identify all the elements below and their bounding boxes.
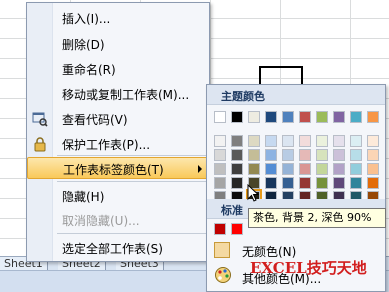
theme-shade-swatch[interactable] (367, 135, 379, 147)
standard-colors-title: 标准 (221, 204, 243, 217)
theme-shade-swatch[interactable] (248, 163, 260, 175)
theme-shade-swatch[interactable] (316, 135, 328, 147)
theme-shade-swatch[interactable] (367, 163, 379, 175)
theme-color-swatch[interactable] (214, 111, 226, 123)
menu-item-unhide: 取消隐藏(U)... (27, 209, 209, 231)
menu-separator (57, 181, 207, 182)
theme-shade-swatch[interactable] (350, 177, 362, 189)
theme-shade-swatch[interactable] (248, 135, 260, 147)
menu-item-rename[interactable]: 重命名(R) (27, 58, 209, 80)
menu-item-label: 隐藏(H) (62, 190, 105, 204)
lock-icon (32, 136, 48, 152)
theme-shade-swatch[interactable] (299, 177, 311, 189)
theme-shade-swatch[interactable] (265, 163, 277, 175)
theme-color-swatch[interactable] (316, 111, 328, 123)
menu-item-hide[interactable]: 隐藏(H) (27, 185, 209, 207)
theme-colors-title: 主题颜色 (221, 90, 265, 103)
theme-shade-swatch[interactable] (282, 149, 294, 161)
theme-shade-swatch[interactable] (333, 135, 345, 147)
theme-shade-swatch[interactable] (350, 163, 362, 175)
view-code-icon (32, 111, 48, 127)
theme-shade-swatch[interactable] (367, 177, 379, 189)
theme-shade-swatch[interactable] (333, 149, 345, 161)
theme-shade-swatch[interactable] (299, 163, 311, 175)
theme-colors-header: 主题颜色 (207, 85, 385, 105)
menu-item-move-copy[interactable]: 移动或复制工作表(M)... (27, 83, 209, 105)
theme-shade-swatch[interactable] (231, 177, 243, 189)
theme-shade-swatch[interactable] (316, 177, 328, 189)
theme-shade-swatch[interactable] (299, 149, 311, 161)
menu-item-label: 取消隐藏(U)... (62, 214, 140, 228)
menu-item-label: 查看代码(V) (62, 113, 128, 127)
menu-item-label: 删除(D) (62, 38, 105, 52)
theme-shade-swatch[interactable] (282, 177, 294, 189)
theme-color-swatch[interactable] (367, 111, 379, 123)
menu-item-label: 插入(I)... (62, 12, 111, 26)
mouse-pointer-icon (247, 183, 260, 205)
theme-shade-swatch[interactable] (231, 135, 243, 147)
theme-shade-swatch[interactable] (350, 149, 362, 161)
menu-separator (57, 155, 207, 156)
theme-shade-swatch[interactable] (316, 163, 328, 175)
menu-item-view-code[interactable]: 查看代码(V) (27, 108, 209, 130)
theme-shade-swatch[interactable] (231, 149, 243, 161)
theme-shade-swatch[interactable] (265, 149, 277, 161)
theme-shade-swatch[interactable] (265, 177, 277, 189)
theme-color-swatch[interactable] (299, 111, 311, 123)
no-color-swatch[interactable] (214, 242, 230, 258)
sheet-tab-context-menu: 插入(I)... 删除(D) 重命名(R) 移动或复制工作表(M)... 查看代… (26, 2, 210, 262)
menu-item-insert[interactable]: 插入(I)... (27, 7, 209, 29)
theme-shade-swatch[interactable] (248, 149, 260, 161)
menu-separator (57, 233, 207, 234)
theme-shade-swatch[interactable] (367, 149, 379, 161)
menu-item-label: 保护工作表(P)... (62, 138, 151, 152)
menu-item-delete[interactable]: 删除(D) (27, 33, 209, 55)
theme-shade-swatch[interactable] (333, 177, 345, 189)
color-tooltip: 茶色, 背景 2, 深色 90% (248, 208, 386, 228)
theme-shade-swatch[interactable] (299, 135, 311, 147)
theme-shade-swatch[interactable] (214, 135, 226, 147)
theme-color-swatch[interactable] (350, 111, 362, 123)
theme-shade-swatch[interactable] (231, 163, 243, 175)
theme-shade-swatch[interactable] (282, 163, 294, 175)
menu-item-label: 工作表标签颜色(T) (63, 163, 164, 177)
submenu-arrow-icon (198, 165, 202, 173)
standard-color-swatch[interactable] (214, 223, 226, 235)
menu-item-protect-sheet[interactable]: 保护工作表(P)... (27, 133, 209, 155)
theme-shade-swatch[interactable] (214, 163, 226, 175)
theme-color-swatch[interactable] (231, 111, 243, 123)
watermark-text: EXCEL技巧天地 (250, 259, 367, 277)
menu-item-select-all-sheets[interactable]: 选定全部工作表(S) (27, 237, 209, 259)
theme-shade-swatch[interactable] (265, 135, 277, 147)
theme-color-swatch[interactable] (333, 111, 345, 123)
theme-shade-swatch[interactable] (214, 177, 226, 189)
menu-item-label: 重命名(R) (62, 63, 116, 77)
menu-item-tab-color[interactable]: 工作表标签颜色(T) (27, 157, 209, 179)
theme-shade-swatch[interactable] (350, 135, 362, 147)
palette-icon (214, 266, 232, 284)
theme-color-swatch[interactable] (265, 111, 277, 123)
theme-shade-swatch[interactable] (333, 163, 345, 175)
theme-color-swatch[interactable] (248, 111, 260, 123)
menu-item-label: 移动或复制工作表(M)... (62, 88, 190, 102)
theme-shade-swatch[interactable] (214, 149, 226, 161)
menu-item-label: 选定全部工作表(S) (62, 242, 163, 256)
theme-shade-swatch[interactable] (282, 135, 294, 147)
theme-shade-swatch[interactable] (316, 149, 328, 161)
theme-color-swatch[interactable] (282, 111, 294, 123)
standard-color-swatch[interactable] (231, 223, 243, 235)
